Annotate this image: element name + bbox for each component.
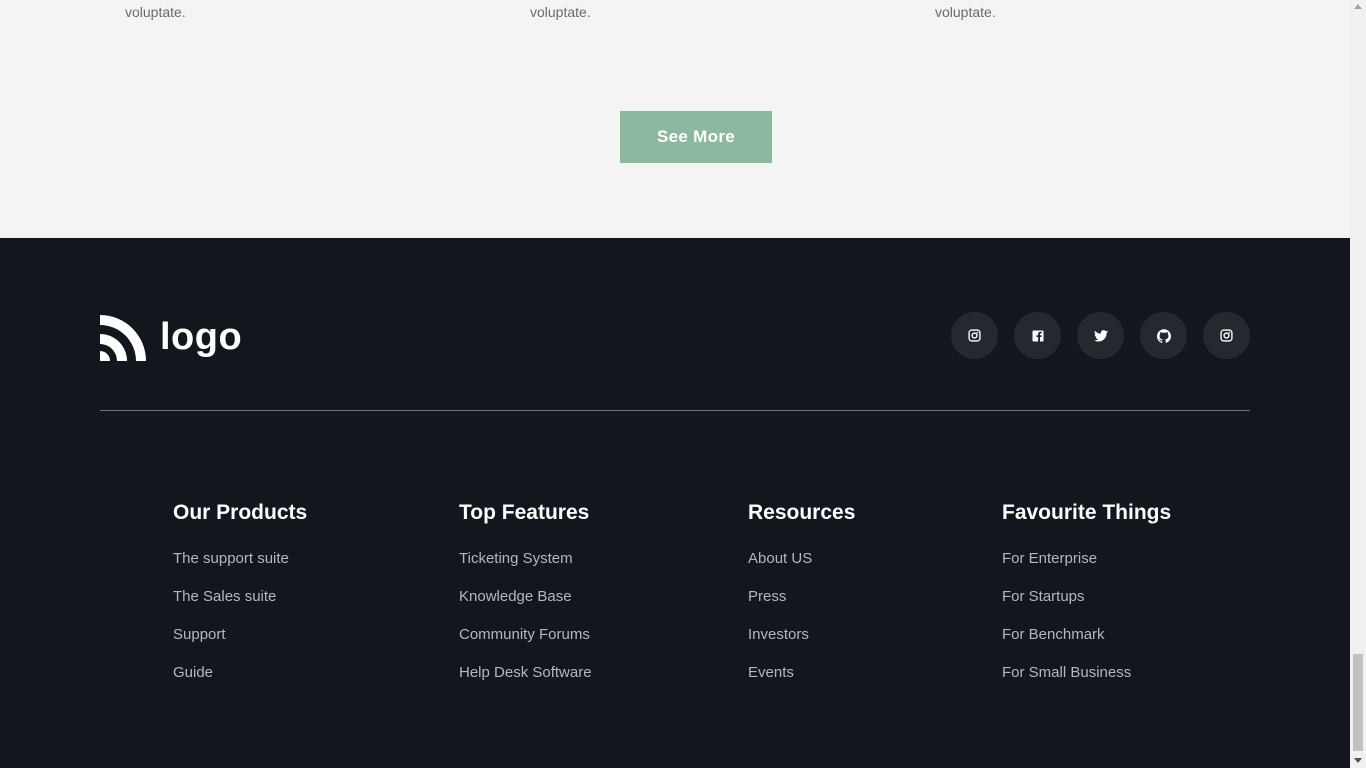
footer-link[interactable]: Ticketing System [459, 548, 592, 570]
scroll-down-arrow-icon[interactable] [1354, 758, 1362, 763]
feature-card-text-clipped [125, 0, 129, 10]
instagram-link[interactable] [951, 312, 998, 359]
github-icon [1156, 328, 1171, 343]
footer-link[interactable]: Support [173, 624, 307, 646]
footer-link-list: For Enterprise For Startups For Benchmar… [1002, 548, 1171, 684]
feature-card-text: voluptate. [125, 0, 186, 24]
footer-link[interactable]: Investors [748, 624, 855, 646]
footer-link-list: Ticketing System Knowledge Base Communit… [459, 548, 592, 684]
footer-column-top-features: Top Features Ticketing System Knowledge … [459, 500, 592, 700]
page: voluptate. voluptate. voluptate. See Mor… [0, 0, 1350, 768]
github-link[interactable] [1140, 312, 1187, 359]
feature-card-text-clipped [530, 0, 534, 10]
footer-link[interactable]: The Sales suite [173, 586, 307, 608]
facebook-icon [1032, 330, 1043, 341]
footer-link[interactable]: The support suite [173, 548, 307, 570]
instagram-icon [1220, 329, 1233, 342]
footer-column-title: Favourite Things [1002, 501, 1172, 524]
see-more-button[interactable]: See More [620, 111, 772, 163]
social-links [951, 312, 1250, 359]
instagram-icon [968, 329, 981, 342]
scroll-up-arrow-icon[interactable] [1354, 4, 1362, 9]
footer-link-list: About US Press Investors Events [748, 548, 855, 684]
facebook-link[interactable] [1014, 312, 1061, 359]
footer-link-list: The support suite The Sales suite Suppor… [173, 548, 307, 684]
footer-link[interactable]: About US [748, 548, 855, 570]
twitter-link[interactable] [1077, 312, 1124, 359]
footer-link[interactable]: For Startups [1002, 586, 1171, 608]
footer-link[interactable]: Community Forums [459, 624, 592, 646]
feature-card-text: voluptate. [935, 0, 996, 24]
twitter-icon [1093, 329, 1108, 342]
footer-divider [100, 410, 1250, 411]
footer-column-title: Resources [748, 501, 856, 524]
footer-column-title: Top Features [459, 501, 590, 524]
footer-link[interactable]: For Small Business [1002, 662, 1171, 684]
footer-link[interactable]: For Enterprise [1002, 548, 1171, 570]
features-section: voluptate. voluptate. voluptate. See Mor… [0, 0, 1350, 238]
instagram-link[interactable] [1203, 312, 1250, 359]
logo-mark-icon [100, 315, 146, 361]
site-footer: logo Our Products The support suite The … [0, 238, 1350, 768]
footer-column-resources: Resources About US Press Investors Event… [748, 500, 855, 700]
feature-card-text-tail: voluptate. [125, 4, 186, 20]
footer-link[interactable]: For Benchmark [1002, 624, 1171, 646]
feature-card-text-tail: voluptate. [530, 4, 591, 20]
feature-card-text-clipped [935, 0, 939, 10]
footer-link[interactable]: Events [748, 662, 855, 684]
footer-column-our-products: Our Products The support suite The Sales… [173, 500, 307, 700]
footer-column-title: Our Products [173, 501, 308, 524]
feature-card-text: voluptate. [530, 0, 591, 24]
footer-link[interactable]: Help Desk Software [459, 662, 592, 684]
scrollbar-thumb[interactable] [1353, 654, 1363, 751]
page-scrollbar[interactable] [1350, 0, 1366, 768]
logo-text: logo [160, 316, 243, 358]
feature-card-text-tail: voluptate. [935, 4, 996, 20]
footer-link[interactable]: Guide [173, 662, 307, 684]
footer-column-favourite-things: Favourite Things For Enterprise For Star… [1002, 500, 1171, 700]
footer-link[interactable]: Knowledge Base [459, 586, 592, 608]
footer-logo[interactable]: logo [100, 313, 242, 361]
footer-link[interactable]: Press [748, 586, 855, 608]
